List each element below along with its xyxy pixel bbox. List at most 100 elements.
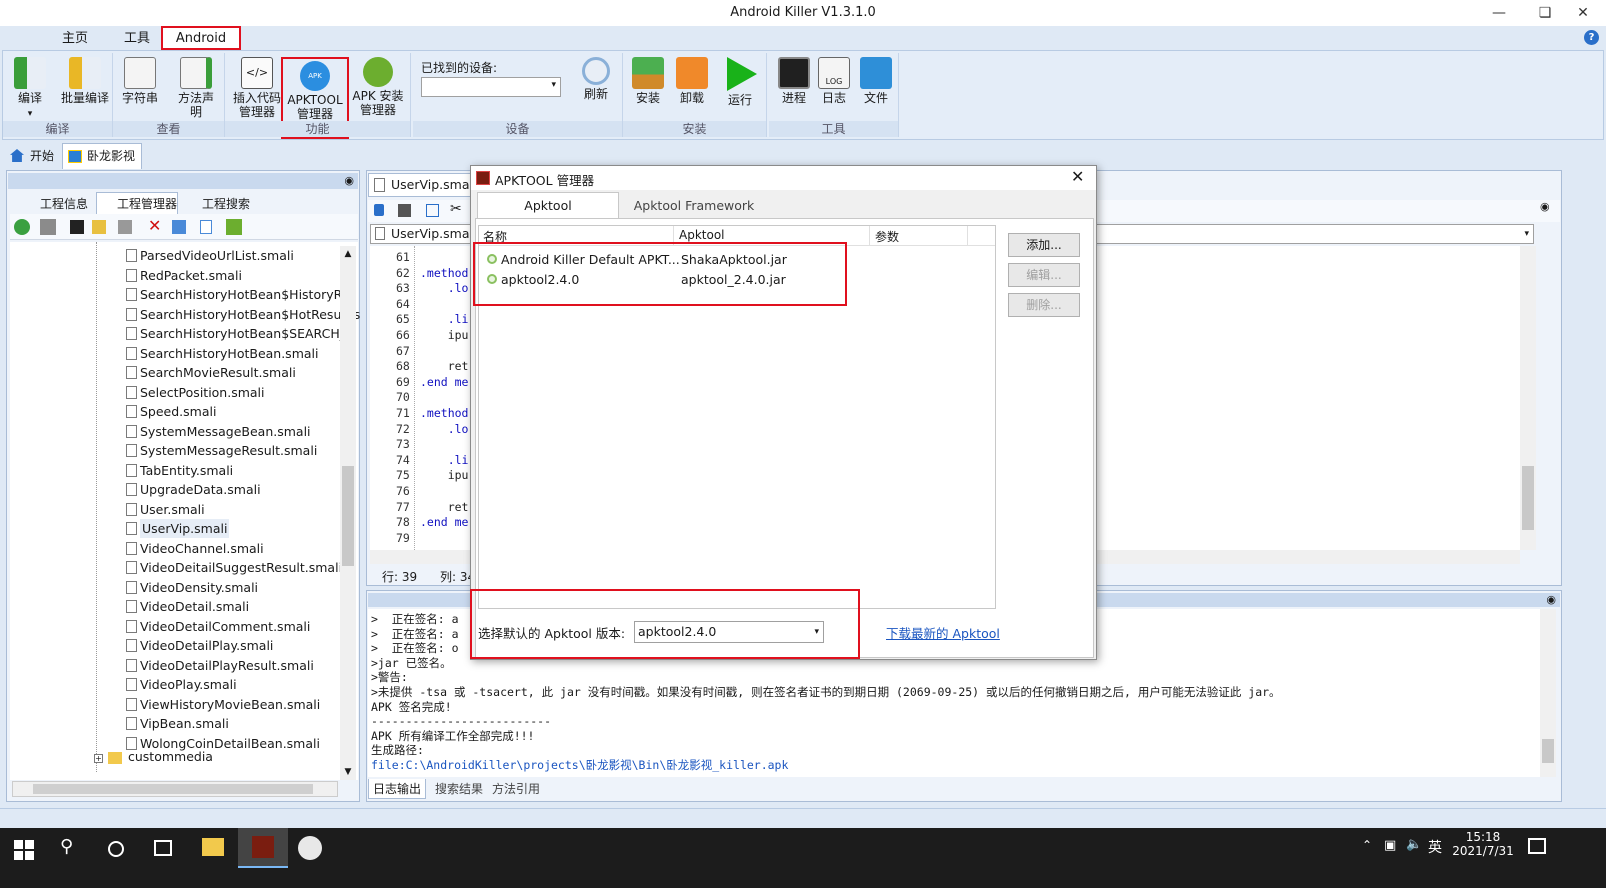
editor-scroll-thumb[interactable] (1522, 466, 1534, 530)
tab-project-manager[interactable]: 工程管理器 (96, 192, 178, 214)
install-button[interactable]: 安装 (625, 55, 671, 119)
cortana-icon[interactable] (108, 841, 124, 857)
save-icon[interactable] (398, 204, 411, 217)
tree-item[interactable]: VideoDeitailSuggestResult.smali (140, 558, 342, 577)
tool-icon-1[interactable] (40, 219, 56, 235)
doc-tab-start[interactable]: 开始 (6, 144, 64, 168)
tree-item[interactable]: SearchMovieResult.smali (140, 363, 296, 382)
dialog-close-icon[interactable]: ✕ (1071, 167, 1084, 186)
tree-item[interactable]: SelectPosition.smali (140, 383, 265, 402)
default-version-select[interactable]: apktool2.4.0 ▾ (634, 621, 824, 643)
dialog-tab-framework[interactable]: Apktool Framework (619, 194, 769, 218)
column-params[interactable]: 参数 (875, 228, 899, 245)
editor-eye-icon[interactable]: ◉ (1540, 200, 1550, 213)
batch-compile-button[interactable]: 批量编译 (61, 55, 109, 119)
column-apktool[interactable]: Apktool (679, 228, 725, 242)
tab-android[interactable]: Android (161, 26, 241, 50)
tree-item[interactable]: SystemMessageResult.smali (140, 441, 317, 460)
tab-project-search[interactable]: 工程搜索 (182, 194, 262, 214)
help-icon[interactable]: ? (1584, 30, 1599, 45)
tool-icon-2[interactable] (70, 220, 84, 234)
tree-item[interactable]: UpgradeData.smali (140, 480, 261, 499)
add-button[interactable]: 添加... (1008, 233, 1080, 257)
tab-tools[interactable]: 工具 (112, 28, 162, 50)
tab-project-info[interactable]: 工程信息 (20, 194, 94, 214)
log-button[interactable]: LOG 日志 (811, 55, 857, 119)
tree-item[interactable]: ViewHistoryMovieBean.smali (140, 695, 320, 714)
run-button[interactable]: 运行 (717, 55, 763, 119)
lock-icon[interactable] (374, 204, 384, 216)
tool-icon-4[interactable] (172, 220, 186, 234)
search-icon[interactable]: ⚲ (60, 836, 73, 857)
tool-icon-android[interactable] (226, 219, 242, 235)
log-scroll-thumb[interactable] (1542, 739, 1554, 763)
volume-icon[interactable]: 🔈 (1406, 837, 1422, 852)
explorer-icon[interactable] (202, 838, 224, 856)
scroll-up-icon[interactable]: ▲ (340, 246, 356, 262)
refresh-button[interactable]: 刷新 (573, 55, 619, 119)
log-eye-icon[interactable]: ◉ (1546, 593, 1556, 606)
close-window-button[interactable]: ✕ (1560, 0, 1606, 26)
notification-icon[interactable] (1528, 838, 1546, 854)
output-path-link[interactable]: file:C:\AndroidKiller\projects\卧龙影视\Bin\… (371, 758, 788, 773)
cut-icon[interactable]: ✂ (450, 201, 462, 217)
editor-tab[interactable]: UserVip.smali (368, 173, 476, 197)
tray-chevron-icon[interactable]: ⌃ (1362, 838, 1372, 852)
device-select[interactable]: ▾ (421, 77, 561, 97)
file-button[interactable]: 文件 (853, 55, 899, 119)
task-view-icon[interactable] (154, 840, 172, 856)
tree-hscrollbar[interactable] (12, 781, 338, 797)
browser-icon[interactable] (298, 836, 322, 860)
tree-scrollbar[interactable]: ▲ ▼ (340, 246, 356, 780)
download-apktool-link[interactable]: 下载最新的 Apktool (886, 623, 1000, 642)
tool-icon-3[interactable] (118, 220, 132, 234)
eye-icon[interactable]: ◉ (344, 174, 354, 187)
tree-hscroll-thumb[interactable] (33, 784, 313, 794)
strings-button[interactable]: 字符串 (117, 55, 163, 119)
tab-home[interactable]: 主页 (50, 28, 100, 50)
tab-method-refs[interactable]: 方法引用 (488, 779, 544, 799)
uninstall-button[interactable]: 卸载 (669, 55, 715, 119)
taskbar-app-active[interactable] (238, 828, 288, 868)
tree-item[interactable]: SearchHistoryHotBean$HistoryRes (140, 285, 356, 304)
log-scrollbar[interactable] (1540, 609, 1556, 777)
tree-scroll-thumb[interactable] (342, 466, 354, 566)
doc-tab-project[interactable]: 卧龙影视 (62, 143, 142, 169)
start-icon[interactable] (14, 840, 34, 860)
tab-log-output[interactable]: 日志输出 (368, 779, 426, 799)
dialog-tab-apktool[interactable]: Apktool (477, 192, 619, 218)
tree-item[interactable]: SearchHistoryHotBean.smali (140, 344, 318, 363)
tree-item[interactable]: VideoDetailPlay.smali (140, 636, 273, 655)
tree-item[interactable]: ParsedVideoUrlList.smali (140, 246, 294, 265)
tree-item[interactable]: SearchHistoryHotBean$HotResult.s (140, 305, 360, 324)
tool-icon-5[interactable] (200, 220, 212, 234)
refresh-tree-icon[interactable] (14, 219, 30, 235)
delete-button[interactable]: 删除... (1008, 293, 1080, 317)
tree-item[interactable]: RedPacket.smali (140, 266, 242, 285)
tree-item[interactable]: User.smali (140, 500, 205, 519)
scroll-down-icon[interactable]: ▼ (340, 764, 356, 780)
tree-item[interactable]: VideoDetailComment.smali (140, 617, 310, 636)
tree-item[interactable]: TabEntity.smali (140, 461, 233, 480)
delete-icon[interactable]: ✕ (148, 216, 161, 235)
edit-button[interactable]: 编辑... (1008, 263, 1080, 287)
clock[interactable]: 15:18 2021/7/31 (1440, 830, 1526, 858)
tab-search-results[interactable]: 搜索结果 (430, 779, 488, 799)
tree-item[interactable]: Speed.smali (140, 402, 216, 421)
insert-code-manager-button[interactable]: </> 插入代码管理器 (231, 55, 283, 119)
tree-item[interactable]: VideoPlay.smali (140, 675, 237, 694)
folder-search-icon[interactable] (92, 220, 106, 234)
copy-icon[interactable] (426, 204, 439, 217)
expand-icon[interactable]: + (94, 754, 103, 763)
tree-item[interactable]: VideoDetailPlayResult.smali (140, 656, 314, 675)
minimize-button[interactable]: — (1476, 0, 1522, 26)
tree-item[interactable]: VideoDetail.smali (140, 597, 249, 616)
tree-item[interactable]: SystemMessageBean.smali (140, 422, 311, 441)
tree-item[interactable]: VideoDensity.smali (140, 578, 258, 597)
editor-vscrollbar[interactable] (1520, 246, 1536, 550)
tree-folder-custommedia[interactable]: custommedia (128, 749, 213, 764)
method-declaration-button[interactable]: 方法声明 (173, 55, 219, 119)
apk-install-manager-button[interactable]: APK 安装管理器 (349, 55, 407, 119)
network-icon[interactable]: ▣ (1384, 838, 1396, 853)
compile-button[interactable]: 编译 ▾ (7, 55, 53, 119)
